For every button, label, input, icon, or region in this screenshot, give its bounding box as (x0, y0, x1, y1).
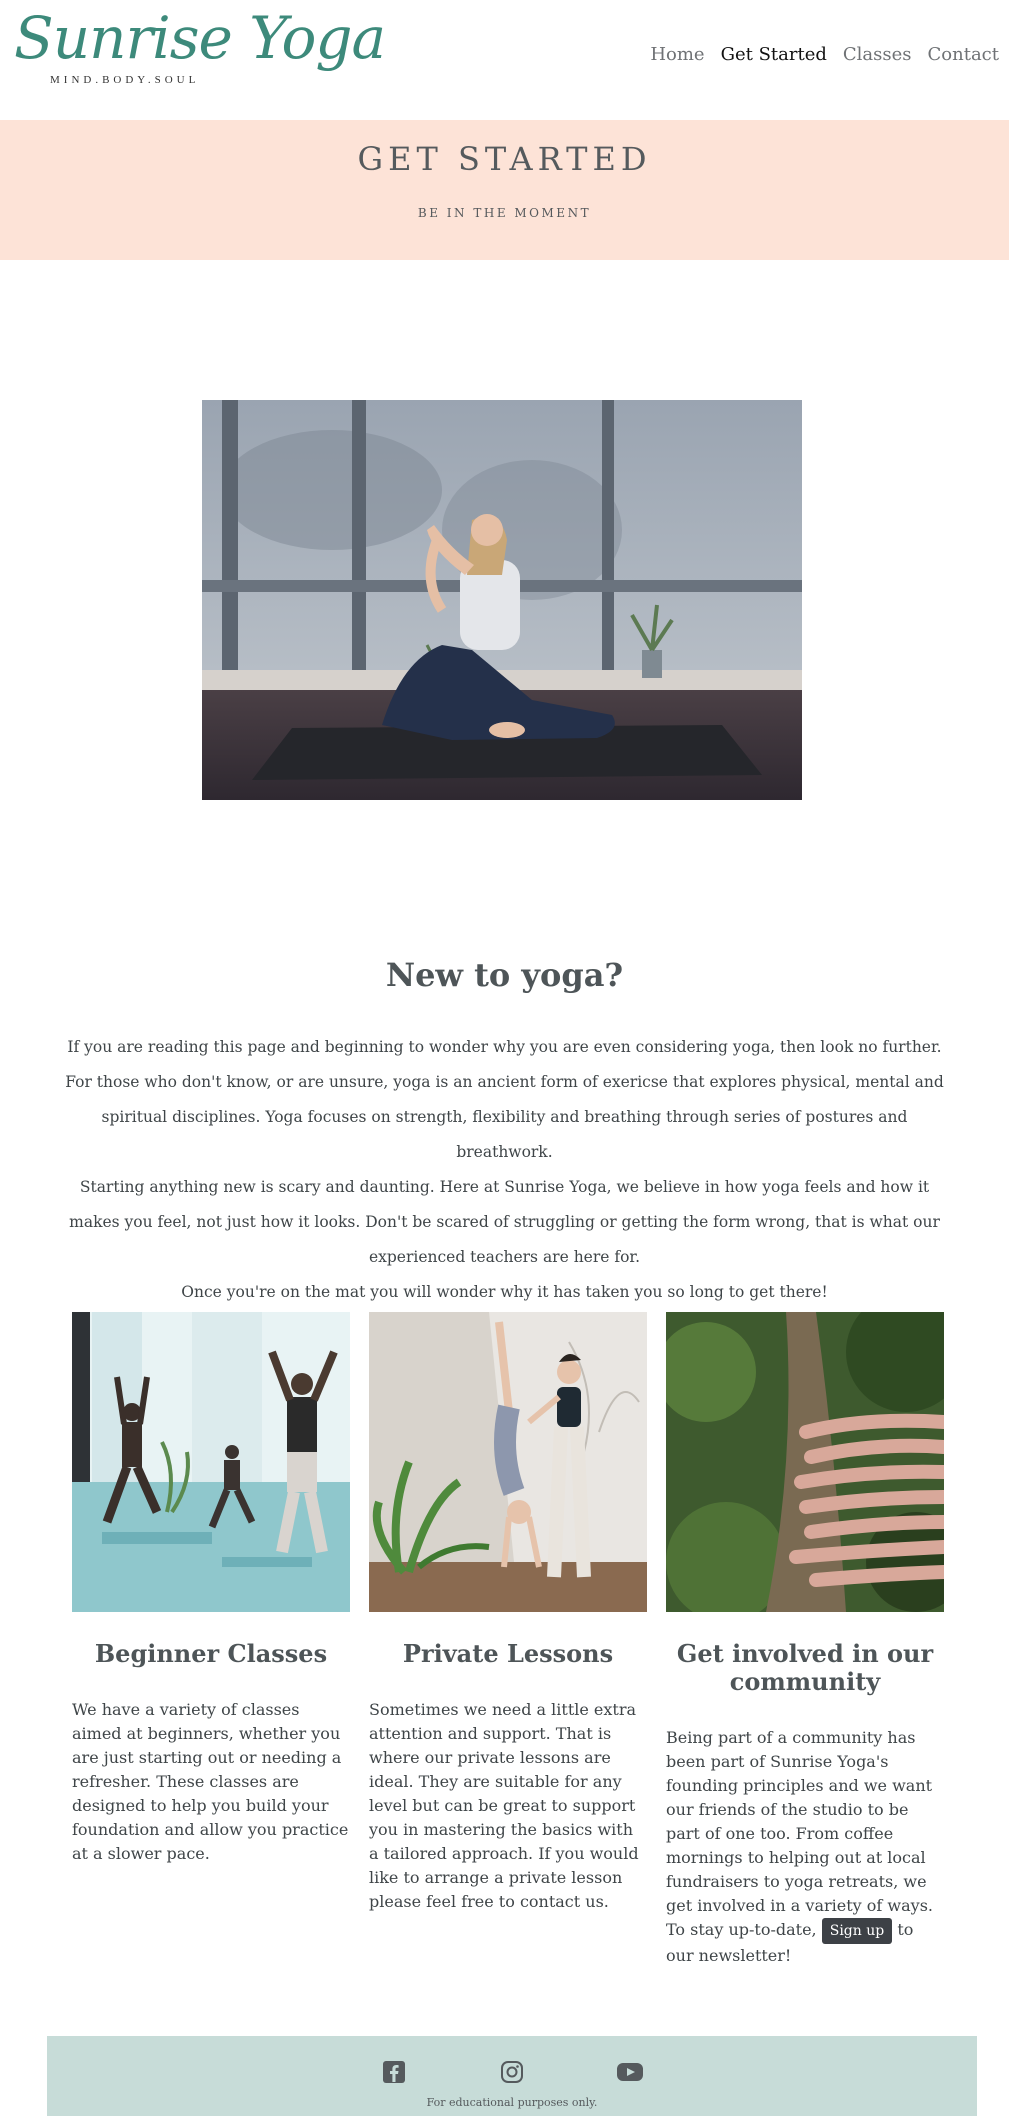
card-text-before: Being part of a community has been part … (666, 1728, 933, 1939)
nav-contact[interactable]: Contact (928, 44, 999, 65)
facebook-icon[interactable] (380, 2060, 408, 2084)
intro-paragraph: Starting anything new is scary and daunt… (69, 1178, 940, 1266)
nav-get-started[interactable]: Get Started (721, 44, 827, 65)
card-title: Get involved in our community (676, 1639, 934, 1696)
instagram-icon[interactable] (498, 2060, 526, 2084)
card-title: Private Lessons (402, 1639, 614, 1668)
card-private-lessons: Private Lessons Sometimes we need a litt… (369, 1312, 647, 1914)
logo-text: Sunrise Yoga (14, 4, 386, 72)
card-title: Beginner Classes (94, 1639, 328, 1668)
card-text: We have a variety of classes aimed at be… (72, 1700, 349, 1863)
card-text: Sometimes we need a little extra attenti… (369, 1700, 639, 1911)
card-text: Being part of a community has been part … (666, 1726, 944, 1968)
card-community: Get involved in our community Being part… (666, 1312, 944, 1968)
signup-button[interactable]: Sign up (821, 1918, 893, 1944)
beginner-class-photo (72, 1312, 350, 1612)
nav-home[interactable]: Home (650, 44, 704, 65)
private-lesson-photo (369, 1312, 647, 1612)
intro-text: If you are reading this page and beginni… (58, 1030, 951, 1310)
page-banner: GET STARTED BE IN THE MOMENT (0, 120, 1009, 260)
site-footer: For educational purposes only. (47, 2036, 977, 2116)
hero-yoga-photo (202, 400, 802, 800)
footer-note: For educational purposes only. (426, 2096, 598, 2109)
site-header: Sunrise Yoga MIND.BODY.SOUL Home Get Sta… (0, 0, 1009, 120)
community-hands-photo (666, 1312, 944, 1612)
youtube-icon[interactable] (616, 2060, 644, 2084)
site-logo[interactable]: Sunrise Yoga MIND.BODY.SOUL (14, 4, 386, 90)
intro-paragraph: For those who don't know, or are unsure,… (65, 1073, 944, 1161)
nav-classes[interactable]: Classes (843, 44, 912, 65)
intro-paragraph: Once you're on the mat you will wonder w… (181, 1283, 828, 1301)
page-subtitle: BE IN THE MOMENT (417, 206, 592, 220)
card-beginner-classes: Beginner Classes We have a variety of cl… (72, 1312, 350, 1866)
intro-heading: New to yoga? (385, 956, 624, 994)
page-title: GET STARTED (357, 140, 652, 178)
logo-tagline: MIND.BODY.SOUL (50, 74, 200, 86)
main-nav: Home Get Started Classes Contact (650, 44, 999, 65)
social-links (47, 2060, 977, 2084)
intro-paragraph: If you are reading this page and beginni… (67, 1038, 942, 1056)
